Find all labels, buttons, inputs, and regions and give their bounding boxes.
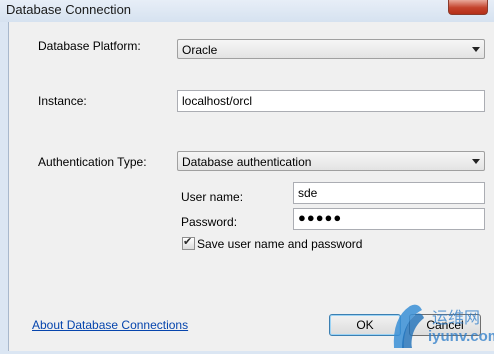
chevron-down-icon (472, 47, 480, 52)
chevron-down-icon (472, 159, 480, 164)
platform-select[interactable]: Oracle (177, 39, 485, 59)
watermark-text-url: iyunv.com (428, 328, 494, 345)
password-mask: ●●●●● (298, 210, 343, 225)
window-title: Database Connection (6, 2, 132, 17)
instance-value: localhost/orcl (182, 94, 253, 108)
password-input[interactable]: ●●●●● (293, 208, 485, 230)
save-credentials-checkbox[interactable]: ✔ (182, 236, 195, 250)
save-credentials-label: Save user name and password (197, 237, 363, 251)
platform-label: Database Platform: (38, 39, 141, 53)
watermark-text-cn: 运维网 (432, 310, 481, 327)
username-value: sde (298, 186, 318, 200)
instance-label: Instance: (38, 94, 87, 108)
auth-type-select[interactable]: Database authentication (177, 151, 485, 171)
username-input[interactable]: sde (293, 182, 485, 204)
password-label: Password: (181, 215, 238, 229)
close-button[interactable] (448, 0, 488, 15)
checkmark-icon: ✔ (183, 236, 193, 248)
about-connections-link[interactable]: About Database Connections (32, 318, 188, 332)
title-bar: Database Connection (0, 0, 494, 22)
auth-type-label: Authentication Type: (38, 155, 147, 169)
auth-type-value: Database authentication (182, 155, 312, 169)
watermark: 运维网 iyunv.com (388, 300, 494, 351)
username-label: User name: (181, 190, 244, 204)
instance-input[interactable]: localhost/orcl (177, 90, 485, 112)
platform-value: Oracle (182, 43, 218, 57)
